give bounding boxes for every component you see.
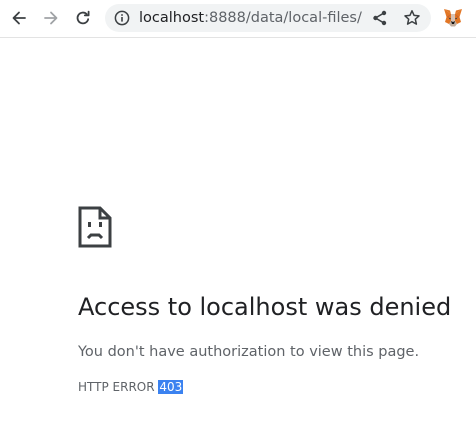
- error-code-number: 403: [158, 380, 184, 394]
- share-icon[interactable]: [371, 9, 389, 27]
- back-button[interactable]: [6, 6, 32, 30]
- error-title: Access to localhost was denied: [78, 293, 452, 321]
- sad-document-icon: [78, 206, 112, 248]
- browser-toolbar: localhost:8888/data/local-files/: [0, 0, 476, 38]
- star-icon[interactable]: [403, 9, 421, 27]
- arrow-left-icon: [12, 11, 26, 25]
- metamask-fox-icon[interactable]: [443, 8, 463, 28]
- url-host: localhost: [139, 10, 205, 26]
- reload-icon: [76, 10, 90, 25]
- info-icon[interactable]: [114, 10, 130, 26]
- error-code: HTTP ERROR 403: [78, 376, 184, 398]
- url-text[interactable]: localhost:8888/data/local-files/: [139, 4, 367, 32]
- address-bar[interactable]: localhost:8888/data/local-files/: [105, 4, 431, 32]
- error-page: Access to localhost was denied You don't…: [0, 38, 476, 425]
- error-description: You don't have authorization to view thi…: [78, 344, 420, 360]
- error-code-prefix: HTTP ERROR: [78, 380, 155, 394]
- forward-button[interactable]: [38, 6, 64, 30]
- arrow-right-icon: [44, 11, 58, 25]
- url-path: :8888/data/local-files/: [204, 10, 362, 26]
- reload-button[interactable]: [70, 6, 96, 30]
